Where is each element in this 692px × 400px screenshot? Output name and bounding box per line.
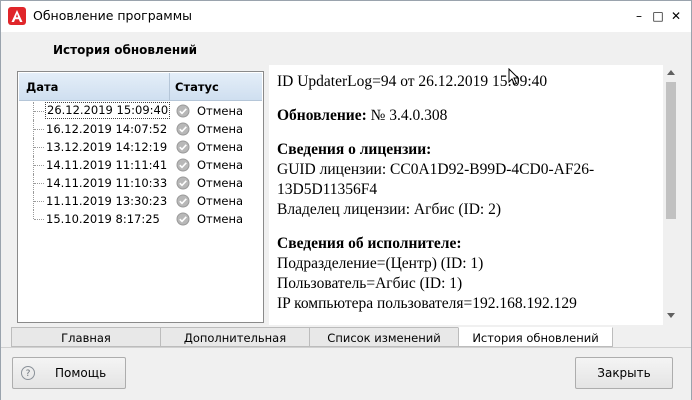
row-status: Отмена [197, 194, 244, 208]
row-date: 14.11.2019 11:11:41 [46, 158, 168, 172]
update-window: Обновление программы – □ ✕ История обнов… [0, 0, 692, 400]
row-date: 26.12.2019 15:09:40 [44, 102, 171, 119]
history-rows: 26.12.2019 15:09:40 Отмена 16.12.2019 14… [19, 102, 262, 228]
license-header: Сведения о лицензии: [277, 141, 432, 158]
history-row[interactable]: 14.11.2019 11:10:33 Отмена [19, 174, 262, 192]
column-separator[interactable] [169, 73, 170, 100]
executor-header: Сведения об исполнителе: [277, 235, 462, 252]
check-circle-icon [176, 104, 190, 118]
executor-user: Пользователь=Агбис (ID: 1) [277, 275, 463, 292]
row-date: 15.10.2019 8:17:25 [46, 212, 160, 226]
row-date: 13.12.2019 14:12:19 [46, 140, 168, 154]
details-text: ID UpdaterLog=94 от 26.12.2019 15:09:40 … [277, 72, 662, 328]
row-status: Отмена [197, 104, 244, 118]
history-row[interactable]: 11.11.2019 13:30:23 Отмена [19, 192, 262, 210]
column-header-status[interactable]: Статус [175, 73, 219, 100]
executor-ip: IP компьютера пользователя=192.168.192.1… [277, 295, 577, 312]
close-button[interactable]: Закрыть [575, 357, 673, 389]
mouse-cursor-icon [508, 68, 520, 86]
license-owner: Владелец лицензии: Агбис (ID: 2) [277, 201, 501, 218]
row-status: Отмена [197, 140, 244, 154]
log-line: ID UpdaterLog=94 от 26.12.2019 15:09:40 [277, 73, 548, 90]
maximize-button[interactable]: □ [650, 9, 666, 23]
check-circle-icon [176, 194, 190, 208]
tree-header: Дата Статус [19, 73, 262, 101]
history-row[interactable]: 16.12.2019 14:07:52 Отмена [19, 120, 262, 138]
footer: ? Помощь Закрыть [1, 347, 691, 400]
scroll-down-icon[interactable] [667, 313, 675, 318]
scroll-thumb[interactable] [666, 82, 676, 219]
window-title: Обновление программы [33, 8, 193, 23]
check-circle-icon [176, 176, 190, 190]
details-panel[interactable]: ID UpdaterLog=94 от 26.12.2019 15:09:40 … [269, 65, 679, 325]
history-tree[interactable]: Дата Статус 26.12.2019 15:09:40 Отмена 1… [17, 71, 264, 323]
help-button[interactable]: ? Помощь [12, 357, 126, 389]
license-block: Сведения о лицензии: GUID лицензии: CC0A… [277, 140, 662, 220]
license-guid: GUID лицензии: CC0A1D92-B99D-4CD0-AF26-1… [277, 161, 595, 198]
column-header-date[interactable]: Дата [26, 73, 58, 100]
title-bar[interactable]: Обновление программы – □ ✕ [1, 1, 691, 32]
update-label: Обновление: [277, 107, 367, 124]
history-row[interactable]: 15.10.2019 8:17:25 Отмена [19, 210, 262, 228]
history-row[interactable]: 26.12.2019 15:09:40 Отмена [19, 102, 262, 120]
history-row[interactable]: 14.11.2019 11:11:41 Отмена [19, 156, 262, 174]
tab-additional[interactable]: Дополнительная [160, 327, 310, 347]
row-date: 16.12.2019 14:07:52 [46, 122, 168, 136]
tab-changelog[interactable]: Список изменений [309, 327, 459, 347]
executor-block: Сведения об исполнителе: Подразделение=(… [277, 234, 662, 314]
details-scrollbar[interactable] [663, 65, 679, 325]
update-value: № 3.4.0.308 [370, 107, 448, 124]
check-circle-icon [176, 140, 190, 154]
executor-department: Подразделение=(Центр) (ID: 1) [277, 255, 484, 272]
row-status: Отмена [197, 158, 244, 172]
section-caption: История обновлений [53, 43, 198, 57]
minimize-button[interactable]: – [631, 9, 647, 23]
row-date: 14.11.2019 11:10:33 [46, 176, 168, 190]
help-button-label: Помощь [55, 366, 107, 380]
row-date: 11.11.2019 13:30:23 [46, 194, 168, 208]
check-circle-icon [176, 212, 190, 226]
app-logo-icon [8, 7, 26, 25]
close-window-button[interactable]: ✕ [668, 9, 684, 23]
tab-strip: Главная Дополнительная Список изменений … [11, 327, 613, 347]
row-status: Отмена [197, 176, 244, 190]
history-row[interactable]: 13.12.2019 14:12:19 Отмена [19, 138, 262, 156]
check-circle-icon [176, 122, 190, 136]
tab-main[interactable]: Главная [11, 327, 161, 347]
update-line: Обновление: № 3.4.0.308 [277, 106, 662, 126]
row-status: Отмена [197, 212, 244, 226]
row-status: Отмена [197, 122, 244, 136]
question-circle-icon: ? [21, 366, 35, 380]
check-circle-icon [176, 158, 190, 172]
tab-update-history[interactable]: История обновлений [458, 327, 613, 347]
scroll-up-icon[interactable] [667, 70, 675, 75]
